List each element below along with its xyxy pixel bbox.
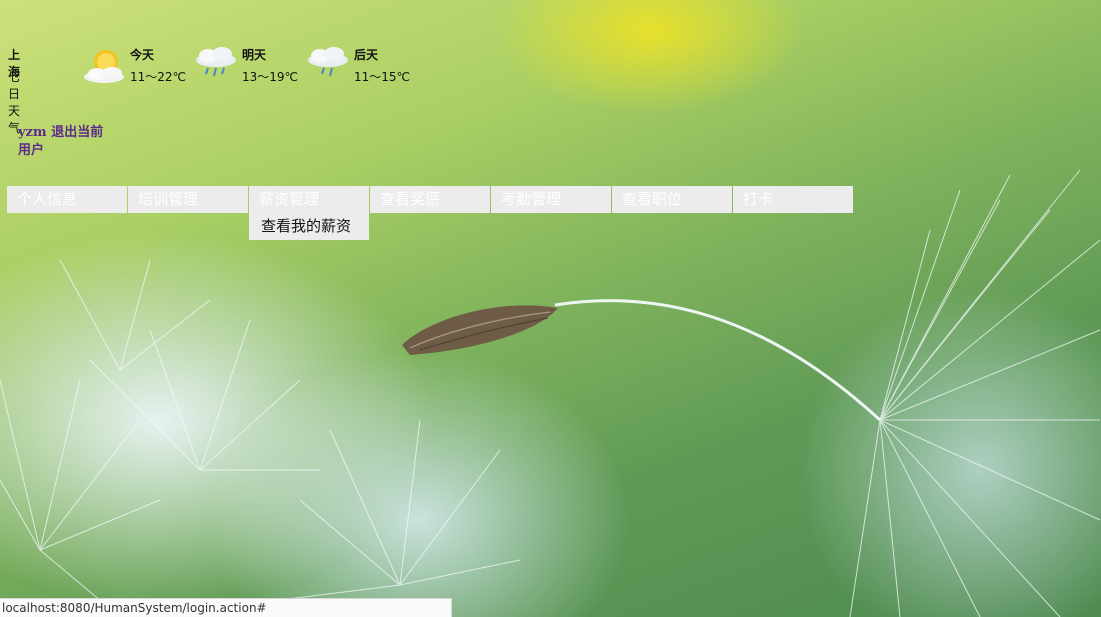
weather-day-label: 后天 <box>354 48 379 62</box>
nav-item-rewards[interactable]: 查看奖惩 <box>370 186 490 213</box>
dandelion-seed-fibers <box>0 169 1101 617</box>
dandelion-seed <box>402 305 558 355</box>
weather-day-temp: 11～15℃ <box>354 70 411 84</box>
salary-dropdown: 查看我的薪资 <box>249 213 369 240</box>
dropdown-item-view-my-salary[interactable]: 查看我的薪资 <box>261 213 353 239</box>
weather-day-temp: 13～19℃ <box>242 70 299 84</box>
weather-day-label: 明天 <box>242 48 267 62</box>
user-logout-line: yzm 退出当前用户 <box>18 124 114 160</box>
weather-day-label: 今天 <box>130 48 155 62</box>
rain-cloud-icon <box>196 47 236 77</box>
username: yzm <box>18 125 47 140</box>
nav-item-attendance[interactable]: 考勤管理 <box>491 186 611 213</box>
weather-day-tomorrow: 明天 13～19℃ <box>194 46 304 90</box>
weather-day-after-tomorrow: 后天 11～15℃ <box>306 46 416 90</box>
nav-item-positions[interactable]: 查看职位 <box>612 186 732 213</box>
nav-item-training[interactable]: 培训管理 <box>128 186 248 213</box>
nav-item-clock-in[interactable]: 打卡 <box>733 186 853 213</box>
background-image <box>0 169 1101 617</box>
status-bar-url: localhost:8080/HumanSystem/login.action# <box>0 598 452 617</box>
nav-item-salary[interactable]: 薪资管理 <box>249 186 369 213</box>
weather-day-temp: 11～22℃ <box>130 70 187 84</box>
sunny-cloud-icon <box>84 50 124 83</box>
rain-cloud-icon <box>308 47 348 77</box>
nav-item-personal-info[interactable]: 个人信息 <box>7 186 127 213</box>
dandelion-stem <box>554 299 882 422</box>
weather-day-today: 今天 11～22℃ <box>82 46 192 90</box>
main-nav: 个人信息 培训管理 薪资管理 查看奖惩 考勤管理 查看职位 打卡 <box>7 186 854 213</box>
